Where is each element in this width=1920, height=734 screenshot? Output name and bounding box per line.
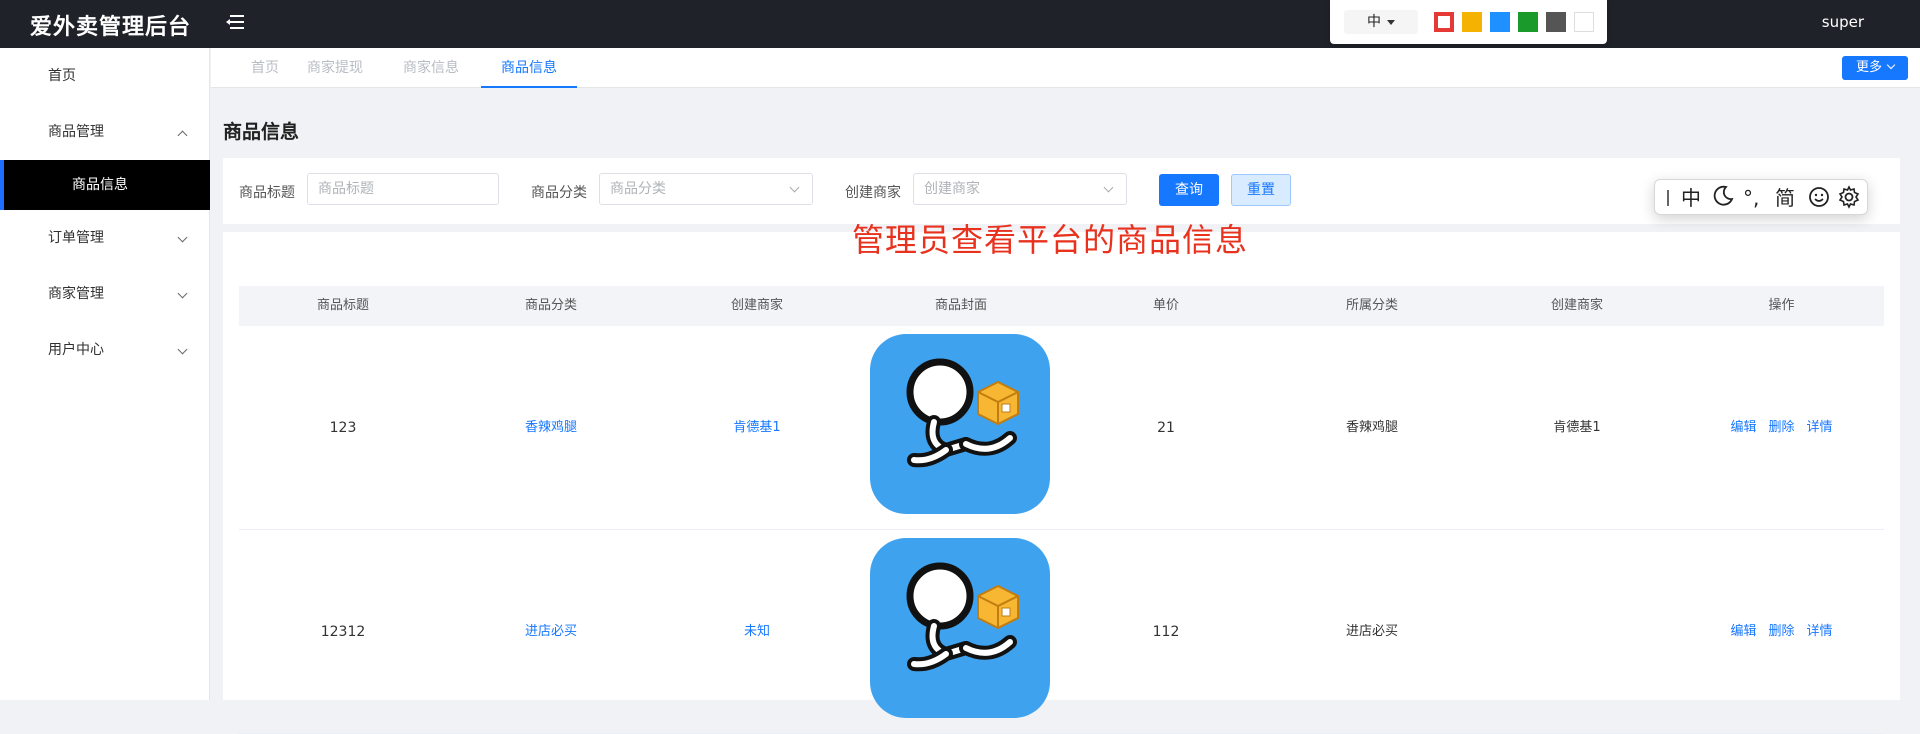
column-header: 商品封面	[934, 298, 987, 313]
title-input[interactable]: 商品标题	[307, 173, 499, 205]
table-row: 123 香辣鸡腿 肯德基1 21 香辣鸡腿 肯德基1 编辑 删除 详情	[239, 326, 1884, 530]
gear-icon[interactable]	[1837, 185, 1861, 215]
detail-button[interactable]: 详情	[1807, 420, 1833, 435]
query-button[interactable]: 查询	[1159, 174, 1219, 206]
column-header: 单价	[1152, 298, 1179, 313]
cell-category-link[interactable]: 香辣鸡腿	[447, 326, 655, 530]
column-header: 创建商家	[730, 298, 783, 313]
chevron-down-icon	[177, 232, 188, 243]
cell-merchant-link[interactable]: 未知	[655, 530, 859, 734]
sidebar-item-order-management[interactable]: 订单管理	[0, 210, 210, 266]
ime-chinese-toggle[interactable]: 中	[1681, 185, 1701, 211]
delete-button[interactable]: 删除	[1768, 624, 1794, 639]
language-select-label: 中	[1367, 14, 1381, 30]
cell-creator: 肯德基1	[1553, 420, 1601, 435]
more-button-label: 更多	[1855, 60, 1882, 75]
theme-swatch-red[interactable]	[1434, 12, 1454, 32]
sidebar-item-product-management[interactable]: 商品管理	[0, 104, 210, 160]
sidebar-item-label: 首页	[48, 68, 76, 84]
reset-button[interactable]: 重置	[1231, 174, 1291, 206]
theme-swatch-white[interactable]	[1574, 12, 1594, 32]
emoji-icon[interactable]	[1807, 185, 1831, 215]
column-header: 操作	[1768, 298, 1795, 313]
merchant-select-placeholder: 创建商家	[924, 181, 980, 197]
filter-category-label: 商品分类	[531, 185, 587, 201]
user-name[interactable]: super	[1822, 13, 1864, 31]
column-header: 创建商家	[1550, 298, 1603, 313]
tab-merchant-withdraw[interactable]: 商家提现	[287, 48, 383, 88]
delete-button[interactable]: 删除	[1768, 420, 1794, 435]
ime-simplified-toggle[interactable]: 简	[1775, 185, 1795, 211]
sidebar-item-merchant-management[interactable]: 商家管理	[0, 266, 210, 322]
cell-creator	[1475, 530, 1679, 734]
theme-toolbar: 中	[1330, 0, 1607, 44]
chevron-up-icon	[177, 130, 188, 141]
moon-icon[interactable]	[1711, 184, 1735, 214]
sidebar-item-label: 商品信息	[72, 177, 128, 193]
drag-handle-icon[interactable]	[1667, 190, 1669, 206]
ime-toolbar: 中 °, 简	[1654, 179, 1868, 215]
cell-title: 123	[329, 420, 357, 436]
edit-button[interactable]: 编辑	[1730, 624, 1756, 639]
page-title: 商品信息	[223, 121, 300, 143]
theme-swatch-yellow[interactable]	[1462, 12, 1482, 32]
title-input-placeholder: 商品标题	[318, 181, 374, 197]
column-header: 所属分类	[1345, 298, 1398, 313]
column-header: 商品分类	[524, 298, 577, 313]
sidebar-item-home[interactable]: 首页	[0, 48, 210, 104]
sidebar: 首页 商品管理 商品信息 订单管理 商家管理 用户中心	[0, 48, 210, 700]
top-bar: 爱外卖管理后台 super	[0, 0, 1920, 48]
cell-category-link[interactable]: 进店必买	[447, 530, 655, 734]
app-title: 爱外卖管理后台	[30, 15, 192, 40]
theme-swatch-blue[interactable]	[1490, 12, 1510, 32]
filter-merchant-label: 创建商家	[845, 185, 901, 201]
chevron-down-icon	[1103, 182, 1114, 193]
cell-price: 112	[1152, 624, 1180, 640]
theme-swatch-gray[interactable]	[1546, 12, 1566, 32]
sidebar-item-user-center[interactable]: 用户中心	[0, 322, 210, 378]
tabs-bar: 首页 商家提现 商家信息 商品信息 更多	[211, 48, 1920, 88]
category-select-placeholder: 商品分类	[610, 181, 666, 197]
edit-button[interactable]: 编辑	[1730, 420, 1756, 435]
chevron-down-icon	[177, 344, 188, 355]
sidebar-item-product-info[interactable]: 商品信息	[0, 160, 210, 210]
sidebar-item-label: 用户中心	[48, 342, 104, 358]
table-row: 12312 进店必买 未知 112 进店必买 编辑 删除 详情	[239, 530, 1884, 734]
cell-title: 12312	[320, 624, 366, 640]
tab-product-info[interactable]: 商品信息	[481, 48, 577, 88]
theme-swatch-green[interactable]	[1518, 12, 1538, 32]
chevron-down-icon	[1886, 60, 1896, 70]
row-actions: 编辑 删除 详情	[1679, 530, 1884, 734]
category-select[interactable]: 商品分类	[599, 173, 813, 205]
language-select[interactable]: 中	[1344, 10, 1418, 34]
tab-merchant-info[interactable]: 商家信息	[383, 48, 479, 88]
cell-belong-category: 香辣鸡腿	[1345, 420, 1398, 435]
product-table: 商品标题 商品分类 创建商家 商品封面 单价 所属分类 创建商家 操作 123 …	[223, 232, 1900, 734]
row-actions: 编辑 删除 详情	[1679, 326, 1884, 530]
delivery-logo-icon	[906, 562, 1019, 672]
sidebar-item-label: 商家管理	[48, 286, 104, 302]
chevron-down-icon	[789, 182, 800, 193]
sidebar-item-label: 订单管理	[48, 230, 104, 246]
chevron-down-icon	[177, 288, 188, 299]
merchant-select[interactable]: 创建商家	[913, 173, 1127, 205]
cell-belong-category: 进店必买	[1345, 624, 1398, 639]
more-button[interactable]: 更多	[1842, 56, 1908, 80]
menu-toggle-icon[interactable]	[226, 13, 248, 33]
cell-merchant-link[interactable]: 肯德基1	[655, 326, 859, 530]
sidebar-item-label: 商品管理	[48, 124, 104, 140]
cell-price: 21	[1157, 420, 1175, 436]
table-header: 商品标题 商品分类 创建商家 商品封面 单价 所属分类 创建商家 操作	[239, 286, 1884, 326]
product-cover-image	[870, 334, 1050, 514]
annotation-caption: 管理员查看平台的商品信息	[852, 221, 1249, 259]
delivery-logo-icon	[906, 358, 1019, 468]
caret-down-icon	[1387, 19, 1395, 25]
punctuation-icon[interactable]: °,	[1743, 185, 1759, 211]
product-cover-image	[870, 538, 1050, 718]
column-header: 商品标题	[316, 298, 369, 313]
filter-title-label: 商品标题	[239, 185, 295, 201]
detail-button[interactable]: 详情	[1807, 624, 1833, 639]
